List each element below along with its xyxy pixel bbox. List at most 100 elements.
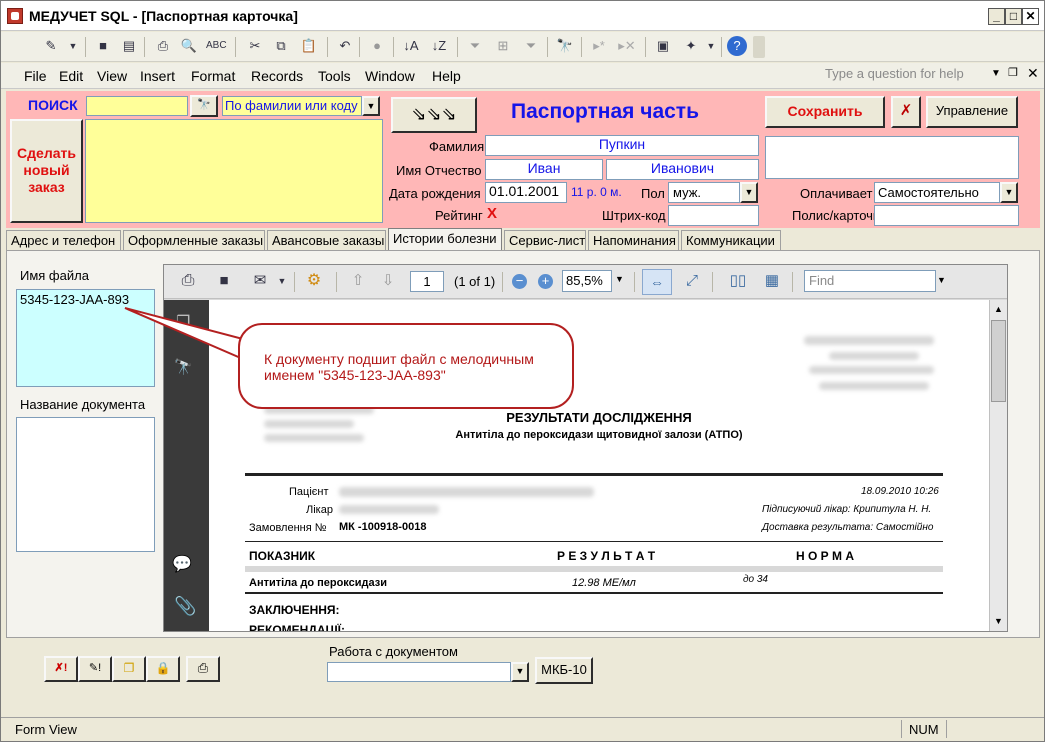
dropdown-arrow-icon[interactable]: ▼ [63, 36, 83, 56]
scroll-up-icon[interactable]: ▲ [991, 301, 1006, 317]
comment-field[interactable] [765, 136, 1019, 179]
print-icon[interactable]: ⎙ [153, 36, 173, 56]
arrows-button[interactable]: ⇘⇘⇘ [391, 97, 477, 133]
save-icon[interactable]: ■ [93, 36, 113, 56]
menu-view[interactable]: View [97, 68, 127, 84]
scroll-thumb[interactable] [991, 320, 1006, 402]
payer-select[interactable]: Самостоятельно [874, 182, 1000, 203]
close-document-icon[interactable]: ✕ [1027, 65, 1039, 82]
two-page-icon[interactable]: ▯▯ [728, 271, 748, 291]
menu-window[interactable]: Window [365, 68, 415, 84]
search-mode-dropdown-icon[interactable]: ▼ [362, 96, 380, 116]
sex-dropdown-icon[interactable]: ▼ [740, 182, 758, 203]
tab-communications[interactable]: Коммуникации [681, 230, 781, 250]
delete-record-icon[interactable]: ▸✕ [617, 36, 637, 56]
menu-records[interactable]: Records [251, 68, 303, 84]
patronymic-field[interactable]: Иванович [606, 159, 759, 180]
delete-icon[interactable]: ✗! [44, 656, 78, 682]
previous-page-icon[interactable]: ⇧ [348, 271, 368, 291]
tab-reminders[interactable]: Напоминания [588, 230, 679, 250]
file-search-icon[interactable]: ▤ [119, 36, 139, 56]
search-mode-select[interactable]: По фамилии или коду [222, 96, 362, 116]
fit-width-icon[interactable]: ⇔ [642, 269, 672, 295]
new-order-button[interactable]: Сделать новый заказ [10, 119, 83, 223]
copy-icon[interactable]: ❐ [112, 656, 146, 682]
barcode-field[interactable] [668, 205, 759, 226]
icd10-button[interactable]: МКБ-10 [535, 657, 593, 684]
dob-field[interactable]: 01.01.2001 [485, 182, 567, 203]
copy-icon[interactable]: ⧉ [271, 36, 291, 56]
search-input[interactable] [86, 96, 188, 116]
tab-address[interactable]: Адрес и телефон [6, 230, 121, 250]
help-icon[interactable]: ? [727, 36, 747, 56]
attachments-panel-icon[interactable]: 📎 [174, 596, 196, 617]
restore-window-icon[interactable]: ❐ [1008, 66, 1018, 79]
policy-field[interactable] [874, 205, 1019, 226]
zoom-input[interactable]: 85,5% [562, 270, 612, 292]
print-icon[interactable]: ⎙ [178, 271, 198, 291]
find-dropdown-icon[interactable]: ▼ [937, 275, 946, 285]
sort-descending-icon[interactable]: ↓Z [429, 36, 449, 56]
sex-select[interactable]: муж. [668, 182, 740, 203]
cut-icon[interactable]: ✂ [245, 36, 265, 56]
share-icon[interactable]: ✉ [250, 271, 270, 291]
undo-icon[interactable]: ↶ [335, 36, 355, 56]
help-question-input[interactable]: Type a question for help [825, 66, 985, 84]
search-binoculars-icon[interactable]: 🔭 [190, 95, 218, 117]
tab-service-list[interactable]: Сервис-лист [504, 230, 586, 250]
design-view-icon[interactable]: ✎ [41, 36, 61, 56]
notes-area[interactable] [85, 119, 383, 223]
payer-dropdown-icon[interactable]: ▼ [1000, 182, 1018, 203]
dropdown-arrow-icon[interactable]: ▼ [272, 271, 292, 291]
dropdown-arrow-icon[interactable]: ▼ [701, 36, 721, 56]
tab-orders[interactable]: Оформленные заказы [123, 230, 265, 250]
find-icon[interactable]: 🔭 [555, 36, 575, 56]
comment-tool-icon[interactable]: ⚙ [304, 271, 324, 291]
surname-field[interactable]: Пупкин [485, 135, 759, 156]
delete-flag-icon[interactable]: ✗ [891, 96, 921, 128]
sort-ascending-icon[interactable]: ↓A [401, 36, 421, 56]
doc-work-dropdown-icon[interactable]: ▼ [511, 662, 529, 682]
zoom-out-icon[interactable]: − [512, 274, 527, 289]
first-name-field[interactable]: Иван [485, 159, 603, 180]
new-object-icon[interactable]: ✦ [681, 36, 701, 56]
close-icon[interactable]: ✕ [1022, 8, 1039, 25]
maximize-icon[interactable]: □ [1005, 8, 1022, 25]
filter-selection-icon[interactable]: ⏷ [465, 36, 485, 56]
next-page-icon[interactable]: ⇩ [378, 271, 398, 291]
comments-panel-icon[interactable]: 💬 [172, 554, 192, 574]
filter-form-icon[interactable]: ⊞ [493, 36, 513, 56]
tab-medical-history[interactable]: Истории болезни [388, 228, 502, 251]
menu-file[interactable]: File [24, 68, 47, 84]
viewer-scrollbar[interactable]: ▲ ▼ [989, 300, 1007, 631]
page-number-input[interactable]: 1 [410, 271, 444, 292]
paste-icon[interactable]: 📋 [299, 36, 319, 56]
zoom-in-icon[interactable]: + [538, 274, 553, 289]
find-input[interactable]: Find [804, 270, 936, 292]
doc-work-select[interactable] [327, 662, 511, 682]
menu-insert[interactable]: Insert [140, 68, 175, 84]
manage-button[interactable]: Управление [926, 96, 1018, 128]
apply-filter-icon[interactable]: ⏷ [521, 36, 541, 56]
page-grid-icon[interactable]: ▦ [762, 271, 782, 291]
menu-help[interactable]: Help [432, 68, 461, 84]
fit-page-icon[interactable]: ⤢ [682, 271, 702, 291]
new-record-icon[interactable]: ▸* [589, 36, 609, 56]
print-icon[interactable]: ⎙ [186, 656, 220, 682]
zoom-dropdown-icon[interactable]: ▼ [615, 274, 624, 284]
edit-icon[interactable]: ✎! [78, 656, 112, 682]
save-icon[interactable]: ■ [214, 271, 234, 291]
spelling-icon[interactable]: ABC [206, 36, 227, 56]
lock-icon[interactable]: 🔒 [146, 656, 180, 682]
menu-edit[interactable]: Edit [59, 68, 83, 84]
minimize-icon[interactable]: _ [988, 8, 1005, 25]
help-dropdown-icon[interactable]: ▼ [991, 68, 1001, 79]
save-button[interactable]: Сохранить [765, 96, 885, 128]
print-preview-icon[interactable]: 🔍 [179, 36, 199, 56]
scroll-down-icon[interactable]: ▼ [991, 613, 1006, 629]
tab-advance-orders[interactable]: Авансовые заказы [267, 230, 386, 250]
hyperlink-icon[interactable]: ● [367, 36, 387, 56]
database-window-icon[interactable]: ▣ [653, 36, 673, 56]
toolbar-options-icon[interactable] [753, 36, 765, 58]
menu-format[interactable]: Format [191, 68, 235, 84]
